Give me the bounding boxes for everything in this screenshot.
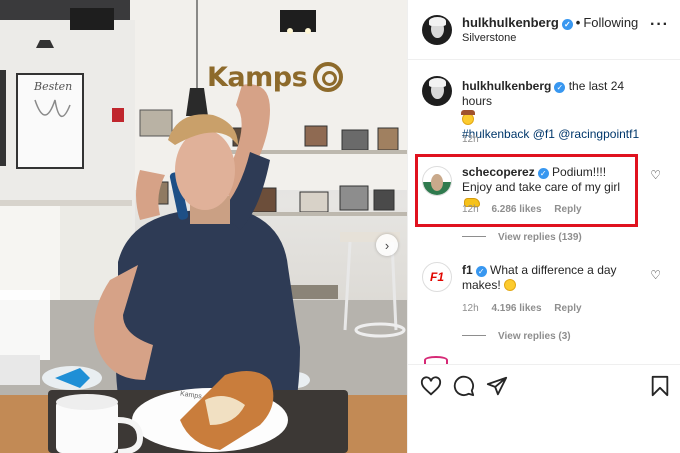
verified-badge-icon: ✓ — [537, 168, 549, 179]
comment-avatar[interactable] — [422, 166, 452, 196]
comment-item: F1 f1 ✓ What a difference a day makes! ♡ … — [408, 258, 680, 348]
post-location[interactable]: Silverstone — [462, 32, 516, 44]
cowboy-emoji-icon — [461, 110, 475, 125]
following-button[interactable]: Following — [583, 15, 638, 30]
author-avatar[interactable] — [422, 15, 452, 45]
verified-badge-icon: ✓ — [554, 82, 566, 93]
carousel-next-button[interactable]: › — [376, 234, 398, 256]
verified-badge-icon: ✓ — [561, 19, 573, 30]
verified-badge-icon: ✓ — [475, 266, 487, 277]
brand-logo-icon — [313, 62, 344, 92]
post-photo[interactable]: Kamps Besten Kamps › — [0, 0, 407, 453]
comment-like-heart-icon[interactable]: ♡ — [650, 268, 661, 282]
comment-username[interactable]: f1 — [462, 263, 473, 277]
post-header: hulkhulkenberg ✓ • Following Silverstone ··… — [408, 0, 680, 60]
caption-text-block: hulkhulkenberg ✓ the last 24 hours #hulke… — [461, 79, 640, 142]
heart-icon[interactable] — [420, 375, 442, 397]
comment-time[interactable]: 12h — [462, 303, 479, 314]
caption-avatar[interactable] — [422, 76, 452, 106]
caption-time[interactable]: 12h — [462, 134, 479, 145]
brand-sign-text: Kamps — [207, 62, 308, 93]
comment-likes[interactable]: 6.286 likes — [491, 204, 541, 215]
framed-picture-caption: Besten — [34, 80, 73, 93]
comment-icon[interactable] — [453, 375, 475, 397]
more-options-icon[interactable]: ··· — [650, 17, 669, 33]
comment-likes[interactable]: 4.196 likes — [491, 303, 541, 314]
post-sidebar: hulkhulkenberg ✓ • Following Silverstone ··… — [407, 0, 680, 453]
comment-reply-button[interactable]: Reply — [554, 303, 581, 314]
comment-reply-button[interactable]: Reply — [554, 204, 581, 215]
comment-avatar[interactable]: F1 — [422, 262, 452, 292]
comment-meta: 12h 4.196 likes Reply — [462, 303, 592, 314]
smiling-emoji-icon — [504, 279, 517, 291]
comment-username[interactable]: schecoperez — [462, 165, 535, 179]
post-caption: hulkhulkenberg ✓ the last 24 hours #hulke… — [408, 72, 680, 147]
caption-username[interactable]: hulkhulkenberg — [462, 79, 551, 93]
next-comment-avatar — [424, 356, 448, 364]
view-replies-button[interactable]: View replies (3) — [462, 331, 571, 342]
comment-time[interactable]: 12h — [462, 204, 479, 215]
action-bar — [408, 364, 680, 453]
chevron-right-icon: › — [384, 237, 390, 253]
photo-scene — [0, 0, 407, 453]
view-replies-button[interactable]: View replies (139) — [462, 232, 582, 243]
comment-item: schecoperez ✓ Podium!!!! Enjoy and take c… — [408, 160, 680, 250]
brand-sign: Kamps — [207, 62, 344, 93]
comment-like-heart-icon[interactable]: ♡ — [650, 168, 661, 182]
caption-meta: 12h — [462, 134, 489, 145]
send-icon[interactable] — [486, 375, 508, 397]
bookmark-icon[interactable] — [649, 375, 671, 397]
header-separator: • — [575, 15, 581, 30]
comment-text-block: f1 ✓ What a difference a day makes! — [462, 263, 632, 293]
author-line: hulkhulkenberg ✓ • Following — [462, 15, 638, 30]
f1-logo-text: F1 — [429, 270, 444, 284]
author-username[interactable]: hulkhulkenberg — [462, 15, 559, 30]
comment-meta: 12h 6.286 likes Reply — [462, 204, 592, 215]
